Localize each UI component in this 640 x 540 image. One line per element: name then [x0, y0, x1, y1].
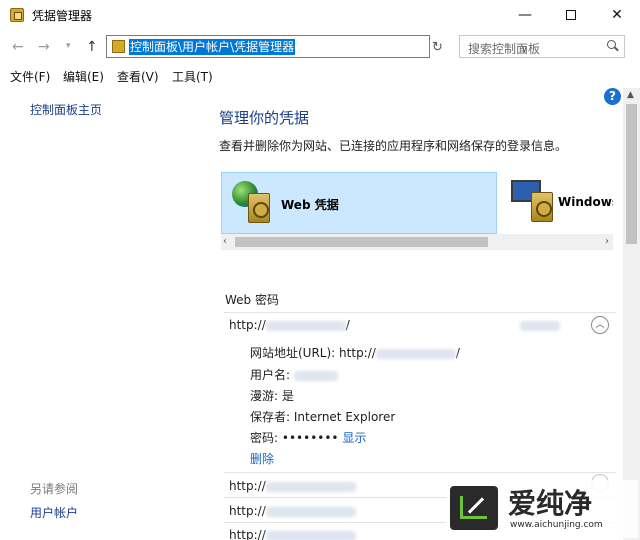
control-panel-home-link[interactable]: 控制面板主页 [30, 101, 102, 118]
credential-url-prefix: http:// [229, 318, 266, 332]
redacted-url [265, 530, 356, 540]
user-accounts-link[interactable]: 用户帐户 [30, 504, 78, 521]
vault-icon [531, 192, 553, 222]
minimize-button[interactable]: — [502, 0, 548, 30]
menu-view[interactable]: 查看(V) [117, 68, 159, 85]
credential-type-selector: Web 凭据 Windows [221, 172, 613, 234]
redacted-url [265, 506, 356, 517]
address-path[interactable]: 控制面板\用户帐户\凭据管理器 [129, 39, 296, 55]
windows-credentials-label: Windows [558, 195, 613, 209]
password-label: 密码: [250, 431, 279, 445]
credential-row[interactable]: http:// / [229, 318, 350, 332]
scrollbar-thumb[interactable] [235, 237, 488, 247]
password-mask: •••••••• [281, 431, 339, 445]
forward-button[interactable]: → [38, 39, 50, 55]
close-button[interactable]: ✕ [594, 0, 640, 30]
search-input[interactable]: 搜索控制面板 [459, 35, 625, 58]
menu-bar: 文件(F) 编辑(E) 查看(V) 工具(T) [0, 66, 640, 86]
detail-site-address: 网站地址(URL): http:// / [250, 344, 460, 361]
page-description: 查看并删除你为网站、已连接的应用程序和网络保存的登录信息。 [219, 139, 568, 153]
watermark-text: 爱纯净 [508, 487, 593, 520]
maximize-icon [566, 10, 576, 20]
row-divider [224, 312, 616, 313]
see-also-heading: 另请参阅 [30, 482, 79, 496]
title-bar: 凭据管理器 — ✕ [0, 0, 640, 30]
credential-url-prefix: http:// [229, 479, 266, 493]
refresh-button[interactable]: ↻ [432, 40, 443, 55]
scrollbar-thumb[interactable] [626, 104, 637, 244]
delete-credential-link[interactable]: 删除 [250, 450, 274, 467]
detail-password: 密码: •••••••• 显示 [250, 429, 366, 446]
redacted-url [265, 320, 346, 331]
credential-row[interactable]: http:// [229, 479, 356, 493]
site-address-label: 网站地址(URL): [250, 346, 336, 360]
scroll-left-icon[interactable]: ‹ [223, 236, 227, 247]
search-placeholder: 搜索控制面板 [468, 42, 541, 56]
collapse-button[interactable]: ︿ [591, 316, 609, 334]
detail-roaming: 漫游: 是 [250, 389, 294, 403]
site-address-prefix: http:// [339, 346, 376, 360]
detail-username: 用户名: [250, 366, 338, 383]
recent-locations-button[interactable]: ▾ [66, 41, 71, 51]
menu-edit[interactable]: 编辑(E) [63, 68, 104, 85]
watermark-logo: 爱纯净 www.aichunjing.com [446, 480, 638, 538]
back-button[interactable]: ← [12, 39, 24, 55]
maximize-button[interactable] [548, 0, 594, 30]
credential-url-prefix: http:// [229, 528, 266, 540]
search-icon[interactable] [607, 40, 618, 51]
credential-url-prefix: http:// [229, 504, 266, 518]
address-bar[interactable]: 控制面板\用户帐户\凭据管理器 ∨ [106, 35, 528, 58]
credential-url-suffix: / [345, 318, 350, 332]
watermark-badge-icon [450, 486, 498, 530]
redacted-username [520, 321, 560, 331]
show-password-link[interactable]: 显示 [342, 431, 366, 445]
credential-manager-icon [10, 8, 24, 22]
up-button[interactable]: ↑ [86, 39, 98, 55]
detail-saved-by: 保存者: Internet Explorer [250, 410, 396, 424]
web-passwords-heading: Web 密码 [225, 293, 279, 307]
help-button[interactable]: ? [604, 88, 621, 105]
redacted-url [265, 481, 356, 492]
web-credentials-label: Web 凭据 [281, 198, 339, 212]
page-title: 管理你的凭据 [219, 109, 310, 127]
windows-credentials-tab[interactable]: Windows [507, 172, 613, 234]
username-label: 用户名: [250, 368, 291, 382]
redacted-url [375, 348, 456, 359]
vault-icon [248, 193, 270, 223]
menu-tools[interactable]: 工具(T) [172, 68, 213, 85]
credential-manager-icon [112, 40, 125, 53]
credential-row[interactable]: http:// [229, 504, 356, 518]
scroll-right-icon[interactable]: › [605, 236, 609, 247]
window-title: 凭据管理器 [32, 9, 93, 23]
web-credentials-tab[interactable]: Web 凭据 [221, 172, 497, 234]
site-address-suffix: / [455, 346, 460, 360]
horizontal-scrollbar[interactable]: ‹ › [221, 234, 613, 250]
redacted-username [293, 370, 338, 381]
menu-file[interactable]: 文件(F) [10, 68, 50, 85]
scroll-up-icon[interactable]: ▲ [627, 90, 634, 100]
navigation-bar: ← → ▾ ↑ 控制面板\用户帐户\凭据管理器 ∨ ↻ 搜索控制面板 [0, 30, 640, 64]
watermark-url: www.aichunjing.com [510, 520, 603, 530]
credential-row[interactable]: http:// [229, 528, 356, 540]
row-divider [224, 472, 616, 473]
vertical-scrollbar[interactable]: ▲ [623, 88, 640, 540]
